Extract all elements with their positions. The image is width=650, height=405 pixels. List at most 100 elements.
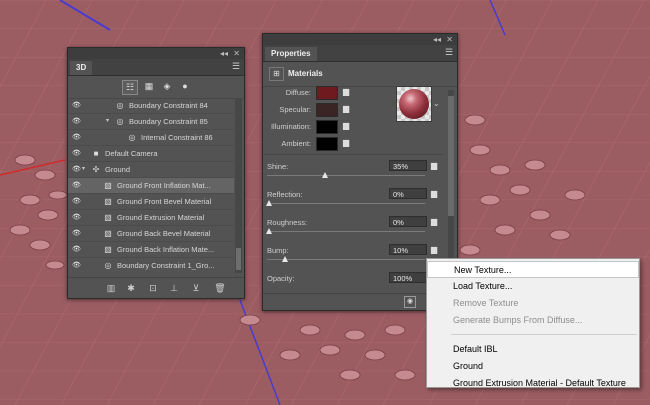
tree-row[interactable]: 👁 ◎ Boundary Constraint 1_Gro...	[68, 258, 234, 273]
tree-row[interactable]: 👁 ■ Default Camera	[68, 146, 234, 162]
param-value-field[interactable]: 35%	[389, 160, 427, 171]
visibility-eye-icon[interactable]: 👁	[72, 242, 84, 257]
3d-panel-topbar[interactable]: ◂◂ ✕	[68, 48, 244, 59]
panel-menu-icon[interactable]: ☰	[445, 48, 453, 57]
mesh-filter-icon[interactable]: ▦	[142, 80, 156, 93]
close-icon[interactable]: ✕	[446, 34, 453, 45]
properties-section-header: ⊞ Materials	[263, 62, 457, 87]
material-ball	[399, 89, 429, 119]
material-preview[interactable]	[396, 86, 432, 122]
color-swatch[interactable]	[316, 103, 338, 117]
color-swatch[interactable]	[316, 137, 338, 151]
menu-item[interactable]: Load Texture...	[427, 278, 639, 295]
visibility-eye-icon[interactable]: 👁	[72, 210, 84, 225]
tree-row[interactable]: 👁 ▧ Ground Extrusion Material	[68, 210, 234, 226]
menu-item: Generate Bumps From Diffuse...	[453, 315, 583, 325]
param-slider-handle[interactable]	[266, 200, 272, 206]
swatch-label: Ambient:	[281, 139, 311, 148]
tab-3d[interactable]: 3D	[70, 61, 93, 75]
scene-settings-icon[interactable]: ▥	[105, 282, 117, 294]
light-bulb-icon[interactable]: ✱	[125, 282, 137, 294]
tree-row-label: Ground Back Bevel Material	[117, 229, 211, 238]
texture-folder-icon[interactable]: ▆	[431, 161, 437, 170]
panel-menu-icon[interactable]: ☰	[232, 62, 240, 71]
tree-row[interactable]: 👁 ▧ Ground Front Inflation Mat...	[68, 178, 234, 194]
visibility-eye-icon[interactable]: 👁	[72, 114, 84, 129]
properties-tabs: Properties ☰	[263, 45, 457, 62]
param-value-field[interactable]: 0%	[389, 188, 427, 199]
expand-chevron-icon[interactable]: ▾	[106, 114, 109, 129]
param-slider-track[interactable]	[267, 203, 425, 204]
visibility-eye-icon[interactable]: 👁	[72, 130, 84, 145]
tree-row[interactable]: 👁 ◎ Boundary Constraint 84	[68, 98, 234, 114]
param-slider-track[interactable]	[267, 259, 425, 260]
param-value-field[interactable]: 100%	[389, 272, 427, 283]
light-filter-icon[interactable]: ●	[178, 80, 192, 93]
trash-icon[interactable]: 🗑	[214, 282, 226, 294]
scrollbar-thumb[interactable]	[236, 248, 241, 270]
color-swatch[interactable]	[316, 86, 338, 100]
constraint-icon: ◎	[104, 261, 112, 270]
camera-icon: ■	[93, 149, 99, 158]
visibility-eye-icon[interactable]: 👁	[72, 226, 84, 241]
param-label: Reflection:	[267, 190, 303, 199]
close-icon[interactable]: ✕	[233, 48, 240, 59]
texture-folder-icon[interactable]: ▆	[343, 105, 352, 113]
properties-topbar[interactable]: ◂◂ ✕	[263, 34, 457, 45]
collapse-icon[interactable]: ◂◂	[220, 48, 228, 59]
tree-row[interactable]: 👁 ◎ Internal Constraint 86	[68, 130, 234, 146]
tree-row[interactable]: 👁 ▧ Ground Front Bevel Material	[68, 194, 234, 210]
menu-separator	[451, 334, 637, 335]
material-icon: ▧	[104, 197, 112, 206]
constraint-icon: ◎	[128, 133, 136, 142]
tree-row-label: Boundary Constraint 1_Gro...	[117, 261, 215, 270]
divider	[263, 154, 443, 155]
param-slider-handle[interactable]	[266, 228, 272, 234]
param-slider-handle[interactable]	[322, 172, 328, 178]
move-to-ground-icon[interactable]: ⊥	[168, 282, 180, 294]
material-filter-icon[interactable]: ◈	[160, 80, 174, 93]
tree-row[interactable]: 👁 ▾ ◎ Boundary Constraint 85	[68, 114, 234, 130]
tree-row[interactable]: 👁 ▧ Ground Back Inflation Mate...	[68, 242, 234, 258]
texture-folder-icon[interactable]: ▆	[431, 189, 437, 198]
texture-folder-icon[interactable]: ▆	[343, 139, 352, 147]
param-label: Roughness:	[267, 218, 308, 227]
chevron-down-icon[interactable]: ⌄	[433, 99, 440, 108]
scene-filter-icon[interactable]: ☷	[122, 80, 138, 95]
texture-folder-icon[interactable]: ▆	[431, 217, 437, 226]
visibility-eye-icon[interactable]: 👁	[72, 194, 84, 209]
tree-row[interactable]: 👁 ▧ Ground Back Bevel Material	[68, 226, 234, 242]
menu-item[interactable]: New Texture...	[427, 261, 639, 278]
param-value-field[interactable]: 10%	[389, 244, 427, 255]
3d-tree-scrollbar[interactable]	[235, 98, 242, 273]
tree-row[interactable]: 👁 ▾ ✣ Ground	[68, 162, 234, 178]
visibility-eye-icon[interactable]: 👁	[72, 178, 84, 193]
constraint-icon: ◎	[116, 117, 124, 126]
collapse-icon[interactable]: ◂◂	[433, 34, 441, 45]
param-label: Shine:	[267, 162, 289, 171]
menu-item[interactable]: Ground	[427, 358, 639, 375]
param-slider-handle[interactable]	[282, 256, 288, 262]
param-slider-track[interactable]	[267, 231, 425, 232]
scrollbar-thumb[interactable]	[448, 96, 454, 216]
tree-row-label: Ground Front Inflation Mat...	[117, 181, 211, 190]
param-value-field[interactable]: 0%	[389, 216, 427, 227]
visibility-eye-icon[interactable]: 👁	[72, 98, 84, 113]
delete-object-icon[interactable]: ⊻	[190, 282, 202, 294]
material-swatch-row: Diffuse: ▆	[263, 86, 363, 100]
texture-folder-icon[interactable]: ▆	[343, 88, 352, 96]
visibility-eye-icon[interactable]: 👁	[72, 258, 84, 273]
render-settings-icon[interactable]: ◉	[404, 296, 416, 308]
texture-folder-icon[interactable]: ▆	[431, 245, 437, 254]
color-swatch[interactable]	[316, 120, 338, 134]
texture-folder-icon[interactable]: ▆	[343, 122, 352, 130]
visibility-eye-icon[interactable]: 👁	[72, 146, 84, 161]
param-slider-track[interactable]	[267, 175, 425, 176]
tab-properties[interactable]: Properties	[265, 47, 317, 61]
menu-item[interactable]: Default IBL	[427, 341, 639, 358]
expand-chevron-icon[interactable]: ▾	[82, 162, 85, 177]
menu-item[interactable]: Ground Extrusion Material - Default Text…	[427, 375, 639, 392]
render-icon[interactable]: ⊡	[147, 282, 159, 294]
3d-scene-tree: 👁 ◎ Boundary Constraint 84 👁 ▾ ◎ Boundary Cons…	[68, 98, 234, 273]
material-icon: ▧	[104, 213, 112, 222]
